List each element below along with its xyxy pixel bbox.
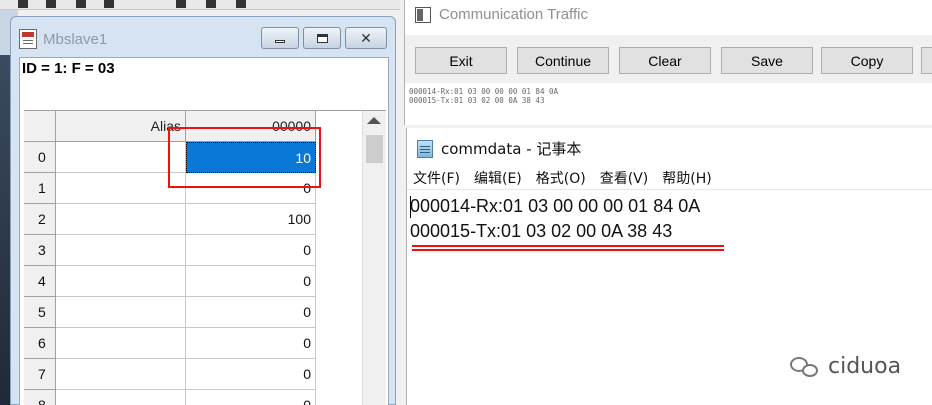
- menu-edit[interactable]: 编辑(E): [474, 168, 522, 188]
- minimize-icon: [275, 39, 285, 43]
- partial-button[interactable]: [921, 47, 932, 74]
- notepad-text-area[interactable]: 000014-Rx:01 03 00 00 00 01 84 0A 000015…: [410, 194, 700, 244]
- alias-cell[interactable]: [56, 266, 186, 297]
- scroll-up-icon[interactable]: [367, 117, 381, 124]
- watermark-text: ciduoa: [828, 354, 902, 379]
- exit-button[interactable]: Exit: [415, 47, 507, 74]
- traffic-title: Communication Traffic: [439, 6, 588, 23]
- alias-cell[interactable]: [56, 297, 186, 328]
- document-icon: [19, 29, 37, 49]
- toolbar-icon: [46, 0, 56, 8]
- text-line: 000014-Rx:01 03 00 00 00 01 84 0A: [410, 196, 701, 216]
- toolbar-icon: [76, 0, 86, 8]
- row-header[interactable]: 3: [24, 235, 56, 266]
- menu-file[interactable]: 文件(F): [413, 168, 460, 188]
- continue-button[interactable]: Continue: [517, 47, 609, 74]
- notepad-title: commdata - 记事本: [441, 140, 582, 158]
- register-cell[interactable]: 0: [186, 390, 316, 405]
- alias-cell[interactable]: [56, 173, 186, 204]
- row-header[interactable]: 2: [24, 204, 56, 235]
- alias-cell[interactable]: [56, 142, 186, 173]
- register-cell[interactable]: 0: [186, 328, 316, 359]
- close-button[interactable]: ✕: [345, 27, 387, 49]
- watermark: ciduoa: [790, 354, 901, 379]
- traffic-log: 000014-Rx:01 03 00 00 00 01 84 0A 000015-…: [409, 87, 558, 105]
- register-cell[interactable]: 100: [186, 204, 316, 235]
- mbslave-client: ID = 1: F = 03 Alias 00000 0 10 1 0 2 100 3 0 4 0…: [19, 57, 389, 405]
- alias-cell[interactable]: [56, 390, 186, 405]
- slave-id-function: ID = 1: F = 03: [22, 60, 115, 77]
- log-line: 000014-Rx:01 03 00 00 00 01 84 0A: [409, 87, 559, 96]
- toolbar-icon: [236, 0, 246, 8]
- alias-cell[interactable]: [56, 235, 186, 266]
- text-line: 000015-Tx:01 03 02 00 0A 38 43: [410, 221, 673, 241]
- notepad-icon: [417, 139, 433, 158]
- notepad-menubar: 文件(F) 编辑(E) 格式(O) 查看(V) 帮助(H): [407, 166, 932, 190]
- close-icon: ✕: [360, 29, 372, 46]
- traffic-window: Communication Traffic Exit Continue Clea…: [404, 0, 932, 125]
- copy-button[interactable]: Copy: [821, 47, 913, 74]
- menu-view[interactable]: 查看(V): [600, 168, 649, 188]
- toolbar-icon: [104, 0, 114, 8]
- row-header[interactable]: 6: [24, 328, 56, 359]
- highlight-underline: [412, 245, 724, 251]
- traffic-toolbar: Exit Continue Clear Save Copy: [405, 35, 932, 83]
- grid-corner: [24, 111, 56, 142]
- alias-cell[interactable]: [56, 328, 186, 359]
- window-title: Mbslave1: [43, 30, 108, 48]
- clear-button[interactable]: Clear: [619, 47, 711, 74]
- row-header[interactable]: 1: [24, 173, 56, 204]
- maximize-button[interactable]: [303, 27, 341, 49]
- menu-help[interactable]: 帮助(H): [662, 168, 711, 188]
- toolbar-icon: [18, 0, 28, 8]
- traffic-titlebar[interactable]: Communication Traffic: [415, 6, 588, 23]
- row-header[interactable]: 7: [24, 359, 56, 390]
- alias-cell[interactable]: [56, 359, 186, 390]
- log-line: 000015-Tx:01 03 02 00 0A 38 43: [409, 96, 545, 105]
- row-header[interactable]: 4: [24, 266, 56, 297]
- register-cell[interactable]: 0: [186, 359, 316, 390]
- row-header[interactable]: 8: [24, 390, 56, 405]
- column-header-alias[interactable]: Alias: [56, 111, 186, 142]
- highlight-box: [168, 127, 321, 188]
- mbslave-window: Mbslave1 ✕ ID = 1: F = 03 Alias 00000 01…: [10, 16, 396, 405]
- scroll-thumb[interactable]: [366, 135, 383, 163]
- window-icon: [415, 6, 431, 23]
- toolbar-icon: [206, 0, 216, 8]
- alias-cell[interactable]: [56, 204, 186, 235]
- vertical-scrollbar[interactable]: [362, 111, 386, 405]
- background-toolbar: [0, 0, 400, 10]
- register-cell[interactable]: 0: [186, 266, 316, 297]
- wechat-icon: [790, 355, 820, 379]
- toolbar-icon: [176, 0, 186, 8]
- maximize-icon: [316, 33, 328, 43]
- mbslave-titlebar[interactable]: Mbslave1: [19, 25, 107, 53]
- row-header[interactable]: 5: [24, 297, 56, 328]
- desktop: Mbslave1 ✕ ID = 1: F = 03 Alias 00000 01…: [0, 0, 932, 405]
- save-button[interactable]: Save: [721, 47, 813, 74]
- text-caret: [410, 196, 411, 218]
- menu-format[interactable]: 格式(O): [536, 168, 586, 188]
- notepad-titlebar[interactable]: commdata - 记事本: [417, 138, 581, 159]
- register-cell[interactable]: 0: [186, 235, 316, 266]
- minimize-button[interactable]: [261, 27, 299, 49]
- register-cell[interactable]: 0: [186, 297, 316, 328]
- row-header[interactable]: 0: [24, 142, 56, 173]
